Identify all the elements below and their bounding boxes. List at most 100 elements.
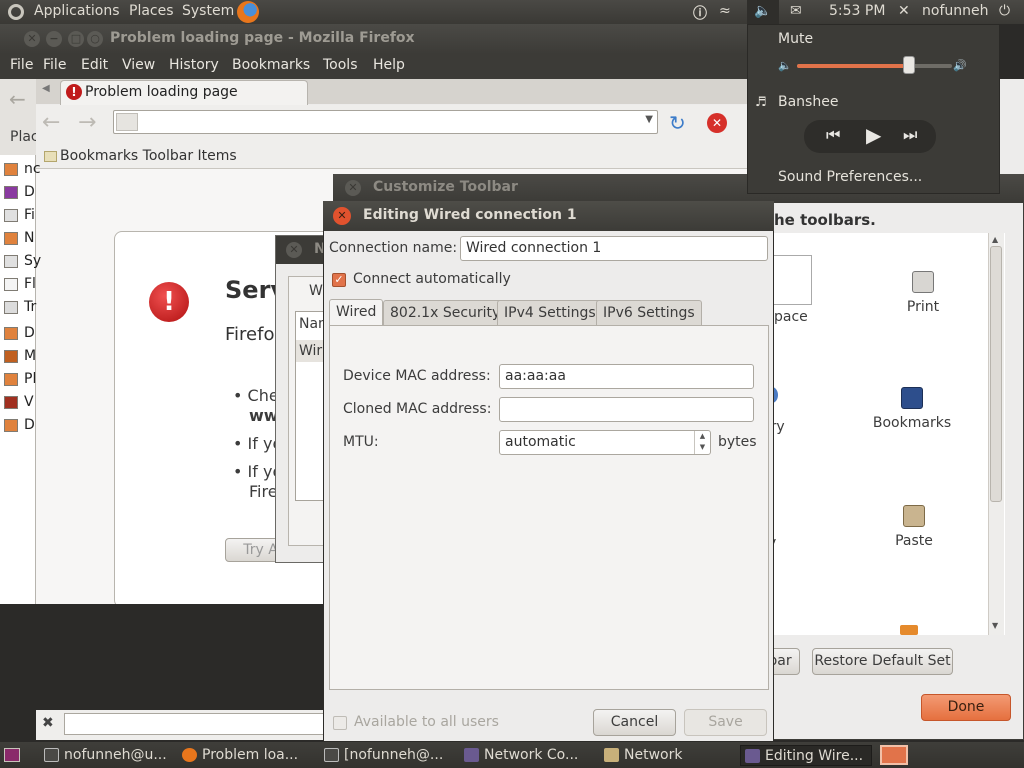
menu-help[interactable]: Help bbox=[373, 57, 405, 73]
ubuntu-logo-icon[interactable] bbox=[8, 4, 24, 20]
sound-preferences-item[interactable]: Sound Preferences... bbox=[778, 169, 922, 185]
menu-edit[interactable]: Edit bbox=[81, 57, 108, 73]
bookmarks-item[interactable]: Bookmarks bbox=[870, 387, 954, 431]
menu-file[interactable]: File bbox=[10, 57, 33, 73]
paste-item[interactable]: Paste bbox=[884, 505, 944, 549]
system-menu[interactable]: System bbox=[182, 3, 234, 19]
cloned-mac-input[interactable] bbox=[499, 397, 754, 422]
scroll-up-icon[interactable]: ▲ bbox=[992, 235, 998, 244]
close-icon[interactable]: ✕ bbox=[345, 180, 361, 196]
print-item[interactable]: Print bbox=[895, 271, 951, 315]
close-icon[interactable]: ✕ bbox=[286, 242, 302, 258]
done-button[interactable]: Done bbox=[921, 694, 1011, 721]
sidebar-item-2[interactable]: D bbox=[24, 184, 35, 200]
clock[interactable]: 5:53 PM bbox=[829, 3, 885, 19]
close-icon[interactable]: ✕ bbox=[24, 31, 40, 47]
tab-ipv4-settings[interactable]: IPv4 Settings bbox=[497, 300, 603, 325]
menu-bookmarks[interactable]: Bookmarks bbox=[232, 57, 310, 73]
minimize-icon[interactable]: − bbox=[46, 31, 62, 47]
workspace-switcher[interactable] bbox=[880, 745, 908, 765]
connect-automatically-checkbox[interactable]: ✓ bbox=[332, 273, 346, 287]
task-terminal-2[interactable]: [nofunneh@... bbox=[320, 745, 454, 766]
next-track-icon[interactable]: ⏭ bbox=[903, 125, 917, 145]
url-dropdown-icon[interactable]: ▼ bbox=[645, 114, 653, 125]
sidebar-item-5[interactable]: Sy bbox=[24, 253, 41, 269]
back-icon[interactable]: ← bbox=[42, 110, 60, 135]
url-bar[interactable]: ▼ bbox=[113, 110, 658, 134]
find-bar: ✖ bbox=[36, 710, 336, 740]
previous-track-icon[interactable]: ⏮ bbox=[826, 125, 840, 145]
places-menu[interactable]: Places bbox=[129, 3, 174, 19]
tab-8021x-security[interactable]: 802.1x Security bbox=[383, 300, 508, 325]
task-network-folder[interactable]: Network bbox=[600, 745, 732, 766]
back-arrow-icon[interactable]: ← bbox=[9, 87, 26, 111]
bullet-1: • Che bbox=[233, 386, 279, 405]
power-icon[interactable]: ⏻ bbox=[999, 3, 1010, 19]
forward-icon[interactable]: → bbox=[78, 110, 96, 135]
menu-history[interactable]: History bbox=[169, 57, 219, 73]
scroll-down-icon[interactable]: ▼ bbox=[992, 621, 998, 630]
task-editing-wired[interactable]: Editing Wire... bbox=[740, 745, 872, 766]
available-all-users-checkbox[interactable] bbox=[333, 716, 347, 730]
sidebar-item-3[interactable]: Fi bbox=[24, 207, 35, 223]
menu-view[interactable]: View bbox=[122, 57, 155, 73]
task-terminal-1[interactable]: nofunneh@u... bbox=[40, 745, 172, 766]
firefox-launcher-icon[interactable] bbox=[237, 1, 259, 23]
browser-tab[interactable]: ! Problem loading page bbox=[60, 80, 308, 105]
tab-scroll-left-icon[interactable]: ◀ bbox=[42, 83, 50, 94]
reload-icon[interactable]: ↻ bbox=[669, 111, 686, 135]
sidebar-item-4[interactable]: N bbox=[24, 230, 34, 246]
available-all-users-label: Available to all users bbox=[354, 714, 499, 730]
bullet-1-text: Che bbox=[247, 386, 279, 405]
mail-icon[interactable]: ✉ bbox=[790, 3, 802, 19]
mtu-input[interactable]: automatic bbox=[499, 430, 711, 455]
sidebar-item-9[interactable]: M bbox=[24, 348, 36, 364]
sidebar-item-11[interactable]: V bbox=[24, 394, 34, 410]
restore-icon[interactable]: ○ bbox=[87, 31, 103, 47]
menu-tools[interactable]: Tools bbox=[323, 57, 358, 73]
sidebar-item-1[interactable]: nc bbox=[24, 161, 41, 177]
user-name[interactable]: nofunneh bbox=[922, 3, 988, 19]
paste-icon bbox=[903, 505, 925, 527]
firefox-menubar: File File Edit View History Bookmarks To… bbox=[0, 54, 747, 79]
network-wifi-icon[interactable]: ≈ bbox=[719, 3, 731, 19]
stop-icon[interactable]: ✕ bbox=[707, 113, 727, 133]
cancel-button[interactable]: Cancel bbox=[593, 709, 676, 736]
restore-default-button[interactable]: Restore Default Set bbox=[812, 648, 953, 675]
find-close-icon[interactable]: ✖ bbox=[42, 715, 54, 731]
editing-connection-title: Editing Wired connection 1 bbox=[363, 207, 577, 223]
tab-ipv6-settings[interactable]: IPv6 Settings bbox=[596, 300, 702, 325]
scrollbar-thumb[interactable] bbox=[990, 246, 1002, 502]
sidebar-item-8[interactable]: D bbox=[24, 325, 35, 341]
play-icon[interactable]: ▶ bbox=[866, 123, 881, 147]
task-network-connections[interactable]: Network Co... bbox=[460, 745, 592, 766]
applications-menu[interactable]: Applications bbox=[34, 3, 120, 19]
connection-name-input[interactable]: Wired connection 1 bbox=[460, 236, 768, 261]
notification-icon[interactable]: ⓘ bbox=[693, 3, 707, 23]
save-button[interactable]: Save bbox=[684, 709, 767, 736]
tab-wired[interactable]: Wired bbox=[329, 299, 384, 326]
menu-file-2[interactable]: File bbox=[43, 57, 66, 73]
sidebar-item-7[interactable]: Tr bbox=[24, 299, 36, 315]
sidebar-item-12[interactable]: D bbox=[24, 417, 35, 433]
mute-item[interactable]: Mute bbox=[778, 31, 813, 47]
close-icon[interactable]: ✕ bbox=[333, 207, 351, 225]
show-desktop-icon[interactable] bbox=[4, 748, 20, 762]
stepper-up-icon[interactable]: ▲ bbox=[700, 432, 705, 440]
sidebar-item-6[interactable]: Fl bbox=[24, 276, 36, 292]
task-label: Network Co... bbox=[484, 747, 579, 763]
tab-wired[interactable]: W bbox=[309, 283, 323, 299]
device-mac-input[interactable]: aa:aa:aa bbox=[499, 364, 754, 389]
site-identity-icon[interactable] bbox=[116, 113, 138, 131]
banshee-item[interactable]: Banshee bbox=[778, 94, 838, 110]
task-firefox[interactable]: Problem loa... bbox=[178, 745, 312, 766]
mtu-stepper[interactable]: ▲ ▼ bbox=[694, 431, 710, 454]
find-input[interactable] bbox=[64, 713, 334, 735]
sidebar-item-10[interactable]: Pl bbox=[24, 371, 36, 387]
sidebar-icon bbox=[4, 163, 18, 176]
volume-slider-knob[interactable] bbox=[903, 56, 915, 74]
maximize-icon[interactable]: □ bbox=[68, 31, 84, 47]
stepper-down-icon[interactable]: ▼ bbox=[700, 443, 705, 451]
sound-indicator[interactable]: 🔈 bbox=[747, 0, 779, 24]
bookmarks-toolbar-items[interactable]: Bookmarks Toolbar Items bbox=[60, 148, 237, 164]
